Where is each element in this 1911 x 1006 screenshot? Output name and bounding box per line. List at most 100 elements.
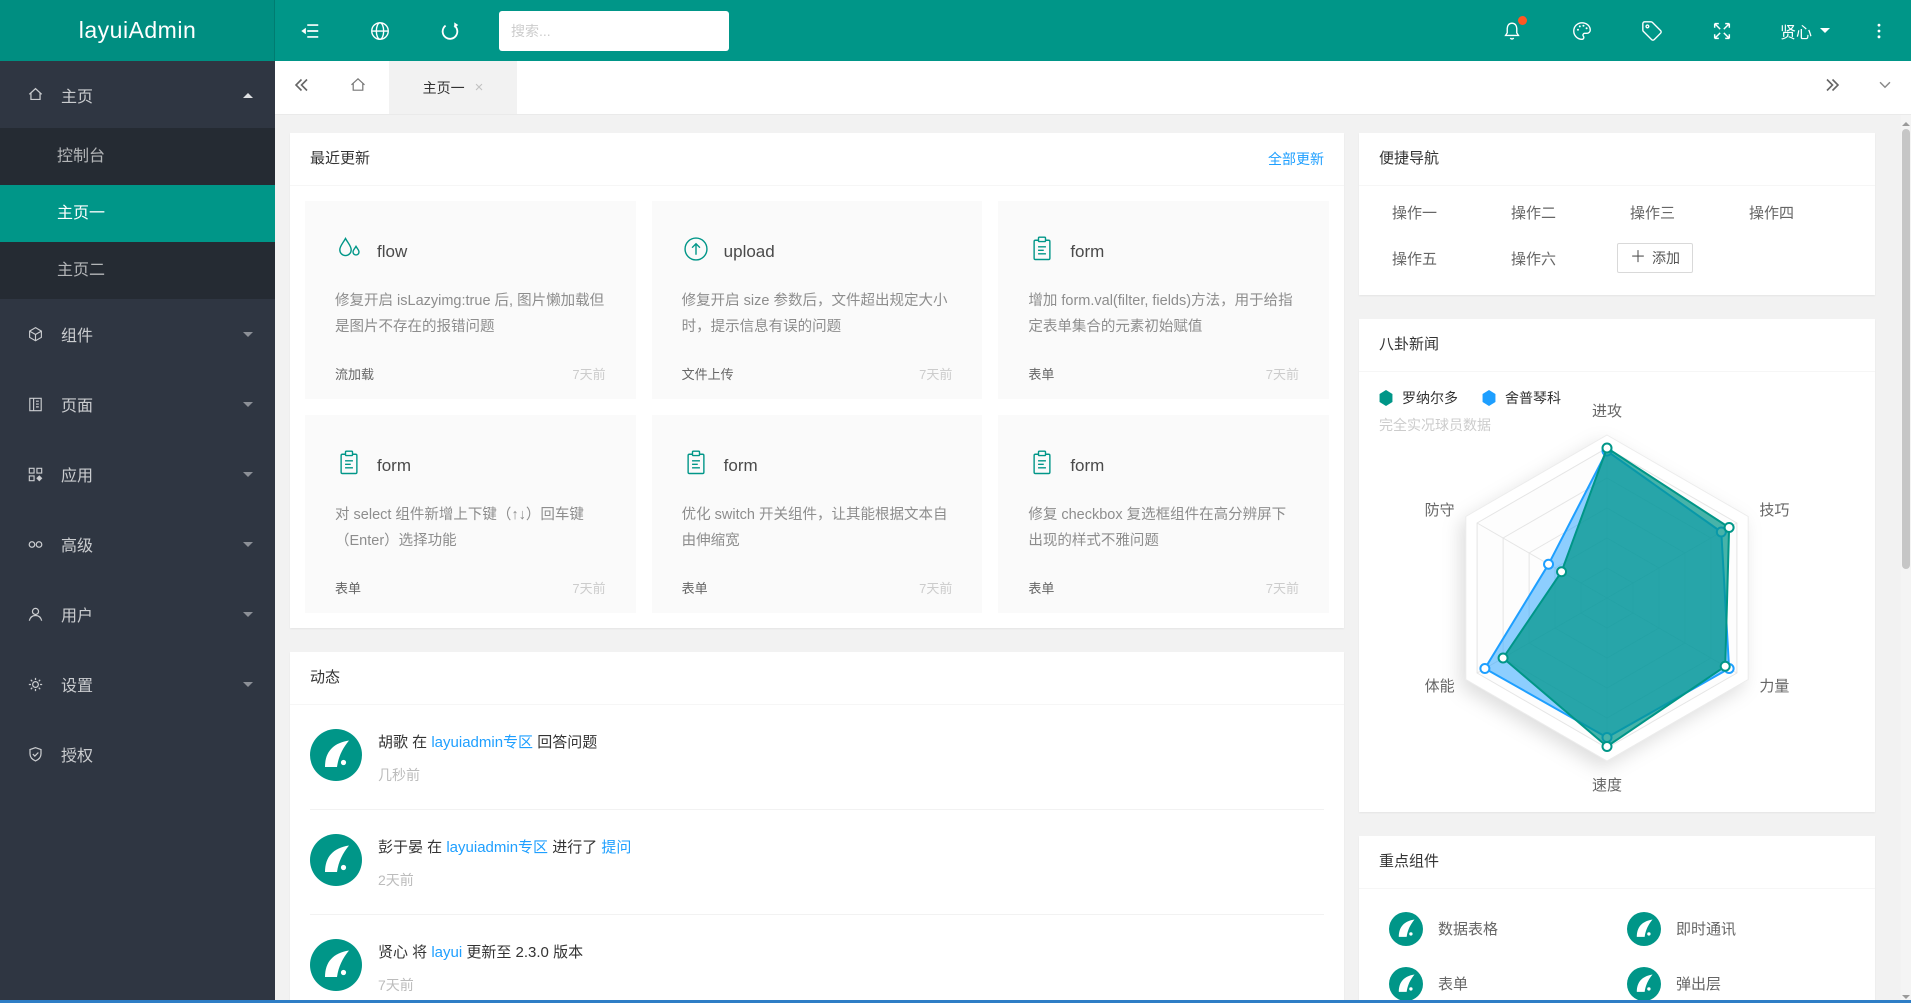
refresh-button[interactable] [415, 0, 485, 61]
sidebar-item-components[interactable]: 组件 [0, 299, 275, 369]
feed-link[interactable]: 提问 [601, 839, 631, 856]
scrollbar-thumb[interactable] [1902, 129, 1910, 569]
avatar[interactable] [310, 729, 362, 781]
avatar[interactable] [310, 939, 362, 991]
more-menu-button[interactable] [1853, 0, 1905, 61]
add-button[interactable]: ＋ 添加 [1617, 243, 1693, 273]
update-card-form[interactable]: form 对 select 组件新增上下键（↑↓）回车键（Enter）选择功能 … [305, 415, 636, 613]
add-button-label: 添加 [1652, 248, 1680, 268]
plus-icon: ＋ [1630, 250, 1646, 266]
sidebar-item-label: 组件 [61, 322, 93, 346]
card-description: 优化 switch 开关组件，让其能根据文本自由伸缩宽 [682, 502, 953, 554]
search-input[interactable] [499, 11, 729, 51]
feed-link[interactable]: layui [431, 944, 462, 961]
sidebar-item-settings[interactable]: 设置 [0, 649, 275, 719]
quick-link[interactable]: 操作四 [1736, 202, 1855, 223]
legend-item-ronaldo[interactable]: 罗纳尔多 [1379, 388, 1458, 408]
cube-icon [25, 324, 45, 344]
feed-text: 贤心 将 [378, 944, 431, 961]
page-content: 最近更新 全部更新 [275, 115, 1911, 1006]
tabs-scroll-left-button[interactable] [275, 61, 327, 114]
language-button[interactable] [345, 0, 415, 61]
component-link-layer[interactable]: 弹出层 [1617, 956, 1855, 1006]
card-time: 7天前 [572, 364, 605, 383]
component-link-form[interactable]: 表单 [1379, 956, 1617, 1006]
update-card-form[interactable]: form 修复 checkbox 复选框组件在高分辨屏下出现的样式不雅问题 表单… [998, 415, 1329, 613]
avatar[interactable] [310, 834, 362, 886]
svg-text:力量: 力量 [1759, 678, 1789, 695]
template-icon [25, 394, 45, 414]
sidebar-item-user[interactable]: 用户 [0, 579, 275, 649]
card-title: form [377, 456, 411, 476]
sidebar-item-console[interactable]: 控制台 [0, 128, 275, 185]
sidebar-item-apps[interactable]: 应用 [0, 439, 275, 509]
legend-label: 罗纳尔多 [1402, 388, 1458, 408]
fullscreen-button[interactable] [1687, 0, 1757, 61]
notifications-button[interactable] [1477, 0, 1547, 61]
collapse-sidebar-button[interactable] [275, 0, 345, 61]
sidebar-item-home[interactable]: 主页 [0, 61, 275, 128]
card-time: 7天前 [572, 578, 605, 597]
vertical-scrollbar[interactable] [1901, 115, 1911, 1006]
app-logo[interactable]: layuiAdmin [0, 0, 275, 61]
sidebar-item-pages[interactable]: 页面 [0, 369, 275, 439]
notification-badge-dot [1518, 16, 1527, 25]
feed-link[interactable]: layuiadmin专区 [446, 839, 548, 856]
user-name: 贤心 [1780, 19, 1812, 43]
card-tag: 表单 [1028, 578, 1054, 597]
card-time: 7天前 [919, 364, 952, 383]
feed-link[interactable]: layuiadmin专区 [431, 734, 533, 751]
main-area: 主页一 × [275, 61, 1911, 1006]
all-updates-link[interactable]: 全部更新 [1268, 133, 1324, 185]
card-description: 修复开启 size 参数后，文件超出规定大小时，提示信息有误的问题 [682, 288, 953, 340]
chevron-down-icon [1876, 76, 1894, 99]
feed-text: 进行了 [548, 839, 601, 856]
sidebar-item-auth[interactable]: 授权 [0, 719, 275, 789]
quick-link[interactable]: 操作二 [1498, 202, 1617, 223]
sidebar-submenu-home: 控制台 主页一 主页二 [0, 128, 275, 299]
card-tag: 表单 [1028, 364, 1054, 383]
feed-item: 贤心 将 layui 更新至 2.3.0 版本 7天前 [310, 915, 1324, 1006]
spread-icon [299, 20, 321, 42]
quick-link[interactable]: 操作五 [1379, 248, 1498, 269]
sidebar-item-label: 用户 [61, 602, 93, 626]
user-icon [25, 604, 45, 624]
quick-link[interactable]: 操作一 [1379, 202, 1498, 223]
tag-button[interactable] [1617, 0, 1687, 61]
update-card-upload[interactable]: upload 修复开启 size 参数后，文件超出规定大小时，提示信息有误的问题… [652, 201, 983, 399]
sidebar-item-senior[interactable]: 高级 [0, 509, 275, 579]
sidebar-item-label: 高级 [61, 532, 93, 556]
water-drops-icon [335, 235, 363, 268]
feed-text: 胡歌 在 [378, 734, 431, 751]
layui-logo-icon [1389, 967, 1423, 1001]
quick-link[interactable]: 操作三 [1617, 202, 1736, 223]
update-card-form[interactable]: form 优化 switch 开关组件，让其能根据文本自由伸缩宽 表单 7天前 [652, 415, 983, 613]
update-card-form[interactable]: form 增加 form.val(filter, fields)方法，用于给指定… [998, 201, 1329, 399]
feed-text: 彭于晏 在 [378, 839, 446, 856]
update-card-flow[interactable]: flow 修复开启 isLazyimg:true 后, 图片懒加载但是图片不存在… [305, 201, 636, 399]
component-link-table[interactable]: 数据表格 [1379, 901, 1617, 956]
component-link-im[interactable]: 即时通讯 [1617, 901, 1855, 956]
tabs-menu-button[interactable] [1859, 61, 1911, 114]
panel-title: 最近更新 [310, 133, 370, 185]
layui-logo-icon [1627, 967, 1661, 1001]
feed-item: 彭于晏 在 layuiadmin专区 进行了 提问 2天前 [310, 810, 1324, 915]
sidebar: 主页 控制台 主页一 主页二 组件 [0, 61, 275, 1006]
shield-check-icon [25, 744, 45, 764]
tab-home[interactable] [327, 61, 389, 114]
card-time: 7天前 [1266, 364, 1299, 383]
quick-link[interactable]: 操作六 [1498, 248, 1617, 269]
user-menu[interactable]: 贤心 [1757, 0, 1853, 61]
top-header: layuiAdmin [0, 0, 1911, 61]
theme-button[interactable] [1547, 0, 1617, 61]
chevron-down-icon [1820, 28, 1830, 38]
scroll-up-arrow-icon[interactable] [1902, 118, 1910, 126]
card-description: 修复开启 isLazyimg:true 后, 图片懒加载但是图片不存在的报错问题 [335, 288, 606, 340]
close-icon[interactable]: × [475, 79, 484, 96]
more-vertical-icon [1869, 21, 1889, 41]
tab-homepage-one[interactable]: 主页一 × [389, 61, 517, 114]
sidebar-item-homepage-one[interactable]: 主页一 [0, 185, 275, 242]
legend-item-shevchenko[interactable]: 舍普琴科 [1482, 388, 1561, 408]
tabs-scroll-right-button[interactable] [1807, 61, 1859, 114]
sidebar-item-homepage-two[interactable]: 主页二 [0, 242, 275, 299]
